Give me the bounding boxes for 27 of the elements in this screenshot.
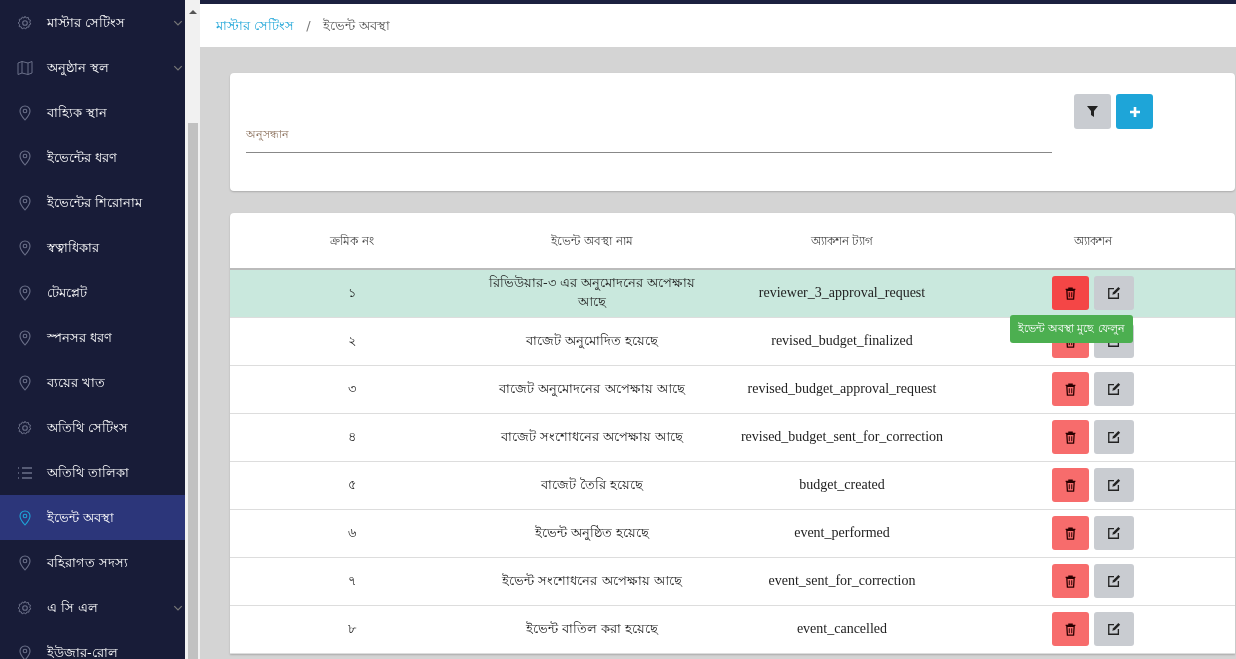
- table-cell: ২: [230, 317, 474, 365]
- table-cell: ৭: [230, 557, 474, 605]
- table-cell: বাজেট তৈরি হয়েছে: [474, 461, 710, 509]
- breadcrumb-separator: /: [306, 16, 311, 35]
- table-cell: বাজেট অনুমোদিত হয়েছে: [474, 317, 710, 365]
- table-cell: event_sent_for_correction: [710, 557, 974, 605]
- breadcrumb-current: ইভেন্ট অবস্থা: [322, 16, 390, 35]
- table-cell: revised_budget_sent_for_correction: [710, 413, 974, 461]
- table-cell: event_performed: [710, 509, 974, 557]
- table-cell: ১: [230, 269, 474, 317]
- table-cell: ৮: [230, 605, 474, 653]
- table-cell: ৫: [230, 461, 474, 509]
- table-cell: বাজেট অনুমোদনের অপেক্ষায় আছে: [474, 365, 710, 413]
- table-cell: ৪: [230, 413, 474, 461]
- table-cell: ইভেন্ট বাতিল করা হয়েছে: [474, 605, 710, 653]
- table-cell: রিভিউয়ার-৩ এর অনুমোদনের অপেক্ষায় আছে: [474, 269, 710, 317]
- tooltip: ইভেন্ট অবস্থা মুছে ফেলুন: [1009, 315, 1133, 343]
- table-cell: বাজেট সংশোধনের অপেক্ষায় আছে: [474, 413, 710, 461]
- table-cell: ইভেন্ট সংশোধনের অপেক্ষায় আছে: [474, 557, 710, 605]
- table-cell: reviewer_3_approval_request: [710, 269, 974, 317]
- table-cell: event_cancelled: [710, 605, 974, 653]
- table-cell: revised_budget_finalized: [710, 317, 974, 365]
- table-cell: ইভেন্ট অনুষ্ঠিত হয়েছে: [474, 509, 710, 557]
- table-cell: revised_budget_approval_request: [710, 365, 974, 413]
- table-cell: ৩: [230, 365, 474, 413]
- table-cell: ৬: [230, 509, 474, 557]
- table-cell: budget_created: [710, 461, 974, 509]
